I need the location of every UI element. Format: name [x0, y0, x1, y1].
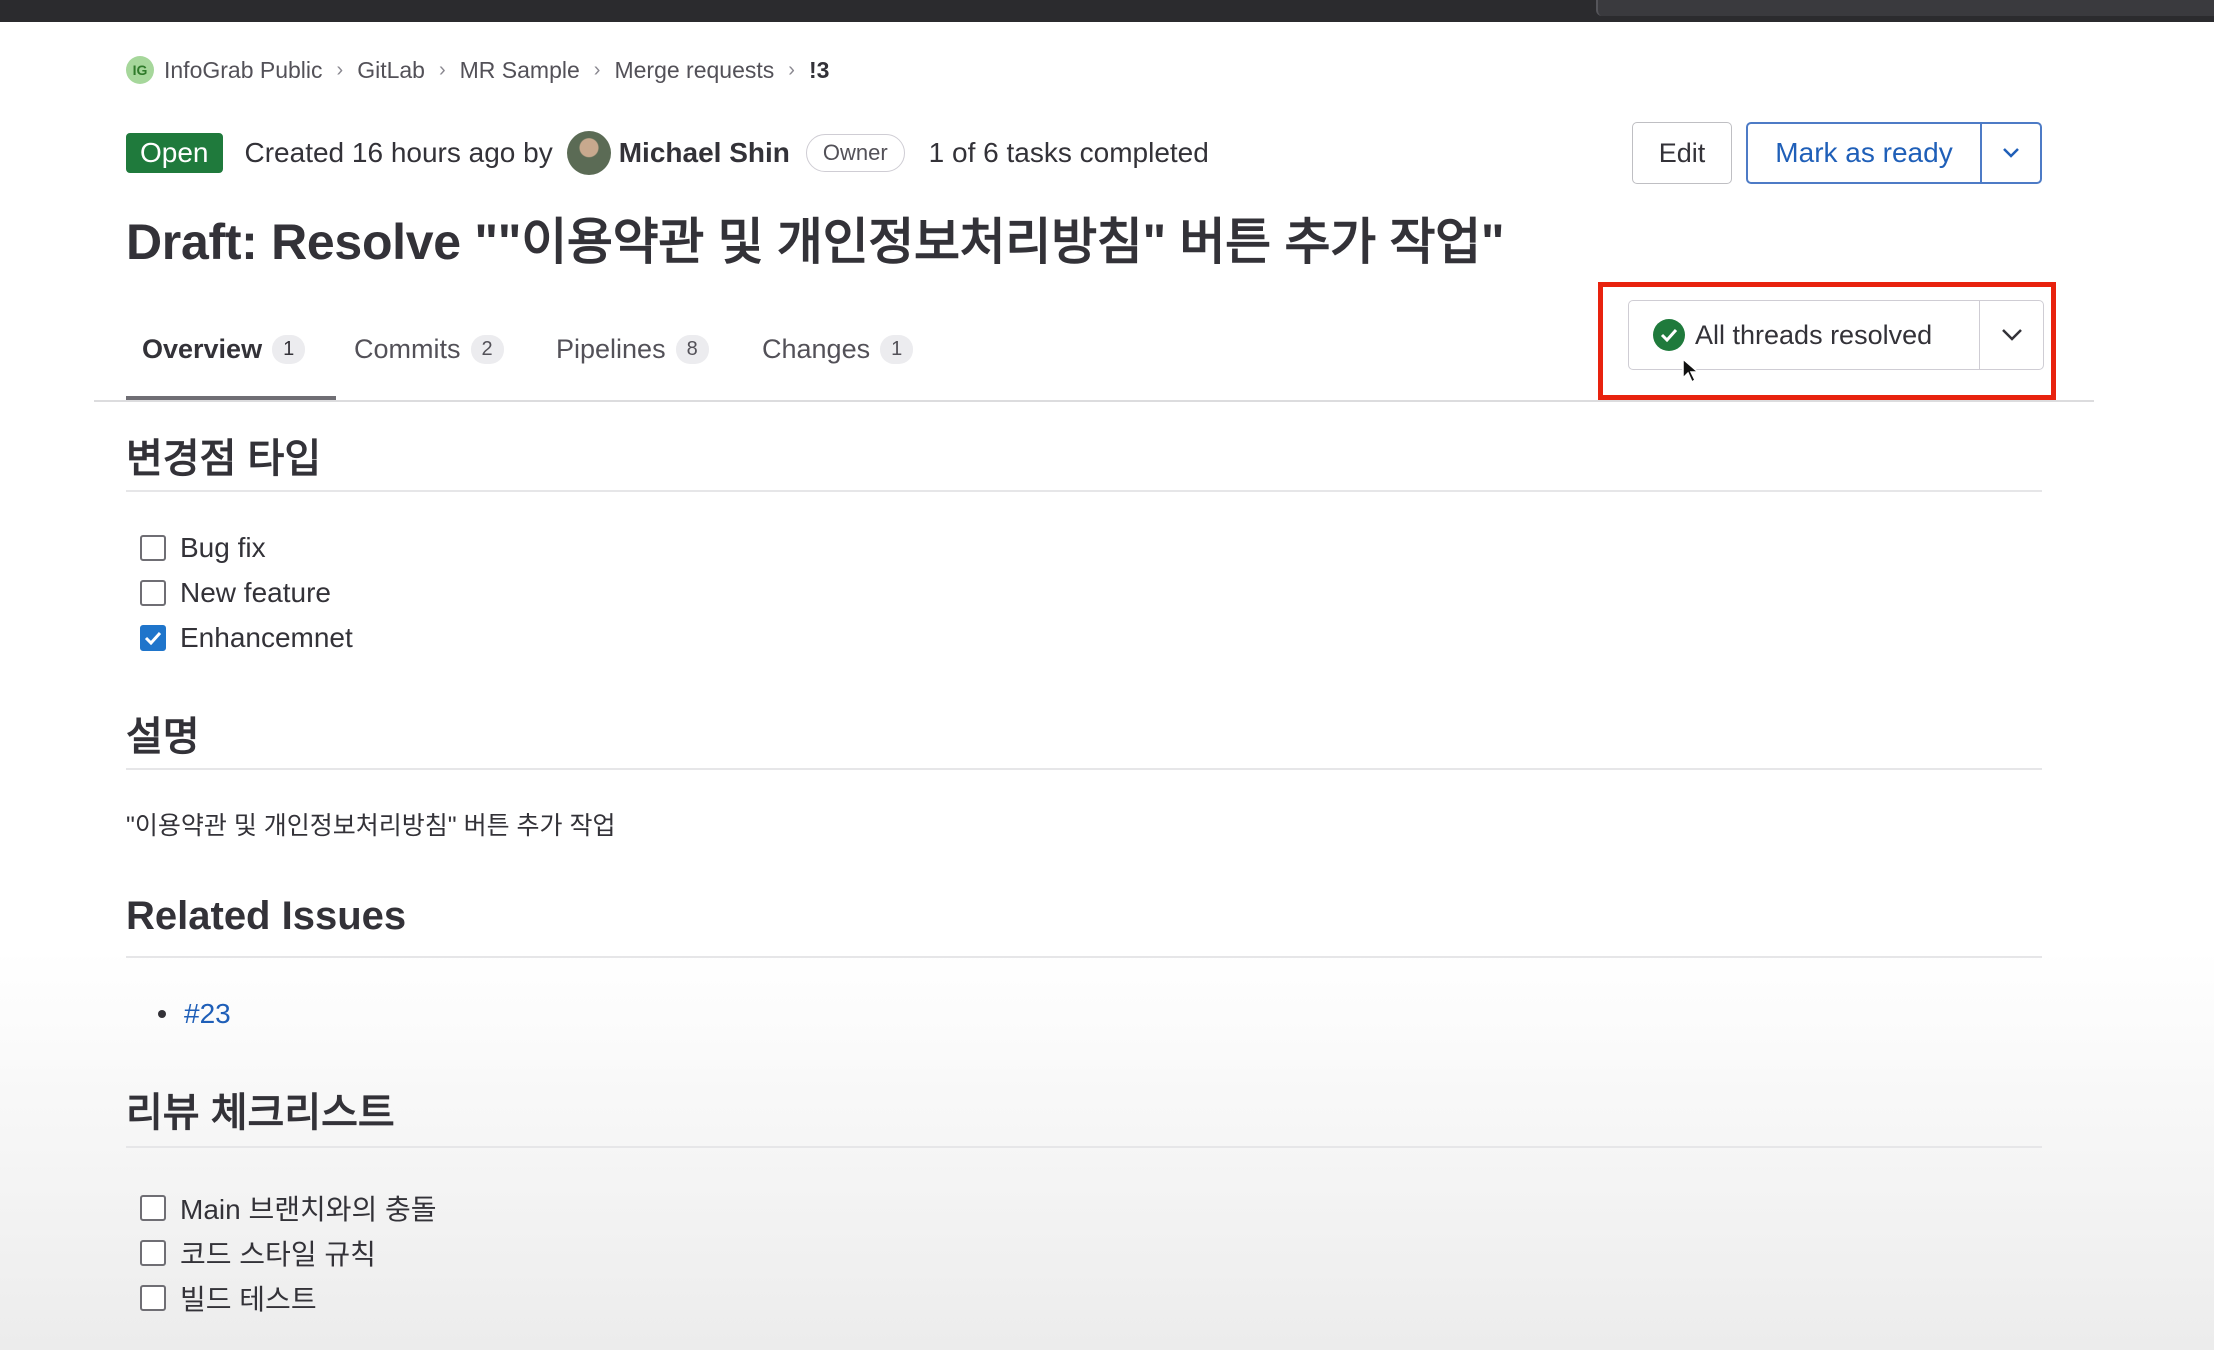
- merge-request-page: IG InfoGrab Public › GitLab › MR Sample …: [94, 22, 2094, 1350]
- group-logo-icon: IG: [126, 56, 154, 84]
- chevron-down-icon: [2001, 329, 2022, 341]
- chevron-down-icon: [2003, 148, 2019, 158]
- task-checkbox[interactable]: [140, 1195, 166, 1221]
- avatar[interactable]: [566, 131, 611, 175]
- section-divider: [126, 490, 2042, 492]
- tab-count: 1: [272, 335, 306, 364]
- chevron-right-icon: ›: [336, 58, 344, 81]
- task-checkbox[interactable]: [140, 1240, 166, 1266]
- task-item-bug-fix: Bug fix: [140, 532, 266, 564]
- breadcrumb-item-mr-sample[interactable]: MR Sample: [460, 57, 580, 84]
- task-label: 빌드 테스트: [180, 1284, 317, 1315]
- window-top-bar-tab: [1596, 0, 2214, 16]
- created-text: Created 16 hours ago by: [244, 137, 553, 168]
- task-item-code-style: 코드 스타일 규칙: [140, 1233, 376, 1273]
- task-label: Main 브랜치와의 충돌: [180, 1194, 437, 1225]
- threads-resolved-label: All threads resolved: [1695, 319, 1933, 350]
- check-circle-icon: [1653, 319, 1685, 351]
- tab-changes[interactable]: Changes 1: [762, 334, 914, 365]
- tab-label: Overview: [142, 334, 263, 364]
- task-label: Bug fix: [180, 532, 266, 563]
- list-item: #23: [158, 998, 231, 1030]
- tab-count: 8: [675, 335, 709, 364]
- role-badge: Owner: [805, 134, 905, 172]
- task-item-new-feature: New feature: [140, 577, 331, 609]
- tab-count: 1: [880, 335, 914, 364]
- task-item-build-test: 빌드 테스트: [140, 1278, 317, 1318]
- tab-label: Commits: [354, 334, 461, 364]
- page-title: Draft: Resolve ""이용약관 및 개인정보처리방침" 버튼 추가 …: [126, 214, 1505, 270]
- tab-label: Changes: [762, 334, 871, 364]
- chevron-right-icon: ›: [788, 58, 795, 81]
- mark-as-ready-dropdown-toggle[interactable]: [1980, 124, 2040, 182]
- tab-overview[interactable]: Overview 1: [142, 334, 306, 365]
- chevron-right-icon: ›: [593, 58, 601, 81]
- chevron-right-icon: ›: [438, 58, 446, 81]
- tab-label: Pipelines: [556, 334, 666, 364]
- bullet: [158, 1010, 166, 1018]
- checkmark-icon: [144, 631, 162, 645]
- tasks-progress-text: 1 of 6 tasks completed: [928, 137, 1209, 168]
- mouse-cursor-icon: [1682, 358, 1700, 384]
- window-top-bar: [0, 0, 2214, 22]
- breadcrumb-item-gitlab[interactable]: GitLab: [357, 57, 425, 84]
- edit-button[interactable]: Edit: [1632, 122, 1732, 184]
- breadcrumb-item-merge-requests[interactable]: Merge requests: [614, 57, 774, 84]
- section-heading-review-checklist: 리뷰 체크리스트: [126, 1091, 395, 1135]
- section-heading-change-type: 변경점 타입: [126, 437, 322, 481]
- section-divider: [126, 768, 2042, 770]
- description-text: "이용약관 및 개인정보처리방침" 버튼 추가 작업: [126, 812, 616, 840]
- mark-as-ready-button[interactable]: Mark as ready: [1748, 124, 1980, 182]
- task-label: 코드 스타일 규칙: [180, 1239, 376, 1270]
- task-label: New feature: [180, 577, 331, 608]
- task-checkbox-checked[interactable]: [140, 625, 166, 651]
- task-item-main-conflict: Main 브랜치와의 충돌: [140, 1188, 437, 1228]
- breadcrumb-item-infograb-public[interactable]: InfoGrab Public: [164, 57, 323, 84]
- breadcrumb: IG InfoGrab Public › GitLab › MR Sample …: [126, 56, 829, 84]
- threads-dropdown-toggle[interactable]: [1979, 301, 2043, 369]
- mr-meta-row: Open Created 16 hours ago by Michael Shi…: [126, 130, 1209, 176]
- tabs-divider: [94, 400, 2094, 402]
- section-divider: [126, 956, 2042, 958]
- breadcrumb-item-mr-id[interactable]: !3: [809, 57, 829, 84]
- author-link[interactable]: Michael Shin: [619, 137, 790, 169]
- task-item-enhancement: Enhancemnet: [140, 622, 353, 654]
- tab-pipelines[interactable]: Pipelines 8: [556, 334, 709, 365]
- section-heading-related-issues: Related Issues: [126, 894, 407, 938]
- task-label: Enhancemnet: [180, 622, 353, 653]
- section-heading-description: 설명: [126, 715, 200, 759]
- section-divider: [126, 1146, 2042, 1148]
- tab-count: 2: [470, 335, 504, 364]
- task-checkbox[interactable]: [140, 580, 166, 606]
- tab-commits[interactable]: Commits 2: [354, 334, 504, 365]
- issue-link[interactable]: #23: [184, 998, 231, 1030]
- status-badge: Open: [126, 133, 223, 173]
- task-checkbox[interactable]: [140, 535, 166, 561]
- mark-as-ready-split-button: Mark as ready: [1746, 122, 2042, 184]
- task-checkbox[interactable]: [140, 1285, 166, 1311]
